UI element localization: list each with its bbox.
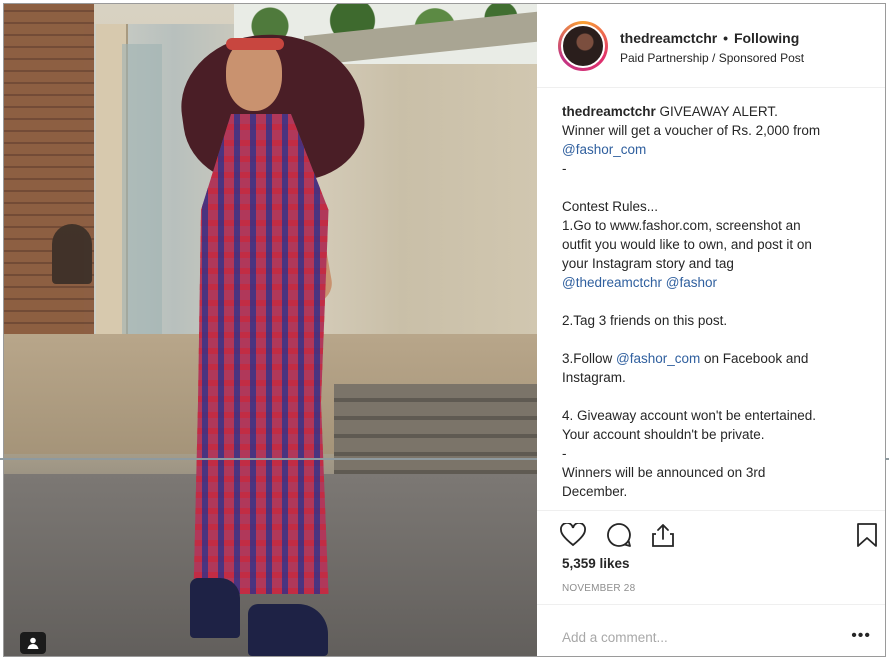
caption-line: @fashor_com (562, 140, 872, 159)
follow-status[interactable]: Following (734, 30, 799, 46)
caption-line (562, 178, 872, 197)
more-options-icon[interactable]: ••• (851, 627, 871, 645)
mention-link[interactable]: @fashor_com (616, 351, 700, 366)
post-side-panel: thedreamctchr • Following Paid Partnersh… (537, 4, 885, 656)
caption-line: Winner will get a voucher of Rs. 2,000 f… (562, 123, 821, 138)
caption-line: thedreamctchr GIVEAWAY ALERT. (562, 102, 872, 121)
caption-line: December. (562, 484, 628, 499)
caption-line: 1.Go to www.fashor.com, screenshot an (562, 218, 801, 233)
post-header: thedreamctchr • Following Paid Partnersh… (537, 4, 885, 88)
mention-link[interactable]: @fashor (666, 275, 717, 290)
header-title: thedreamctchr • Following (620, 30, 799, 46)
share-icon[interactable] (649, 521, 677, 549)
bookmark-icon[interactable] (853, 521, 881, 549)
action-bar (537, 510, 885, 554)
caption-line (562, 387, 872, 406)
like-count[interactable]: 5,359 likes (562, 556, 630, 571)
caption-line (562, 330, 872, 349)
caption-line: 3.Follow @fashor_com on Facebook and (562, 349, 872, 368)
caption-text: GIVEAWAY ALERT. (655, 104, 778, 119)
caption-text: 3.Follow (562, 351, 617, 366)
mention-link[interactable]: @thedreamctchr (562, 275, 662, 290)
caption-username[interactable]: thedreamctchr (562, 104, 656, 119)
caption-line: your Instagram story and tag (562, 256, 734, 271)
caption-line: Winners will be announced on 3rd (562, 465, 766, 480)
username-link[interactable]: thedreamctchr (620, 30, 717, 46)
caption-line: outfit you would like to own, and post i… (562, 237, 812, 252)
sponsored-label: Paid Partnership / Sponsored Post (620, 51, 805, 65)
mention-link[interactable]: @fashor_com (562, 142, 646, 157)
person-tag-icon[interactable] (20, 632, 46, 654)
caption-line: - (562, 446, 567, 461)
caption-line: Your account shouldn't be private. (562, 427, 765, 442)
caption-line: - (562, 161, 567, 176)
caption-text: on Facebook and (700, 351, 809, 366)
comment-bar: ••• (537, 604, 885, 656)
comment-input[interactable] (562, 627, 822, 647)
caption-line: 4. Giveaway account won't be entertained… (562, 408, 816, 423)
caption-line: Instagram. (562, 370, 626, 385)
post-date: NOVEMBER 28 (562, 583, 636, 594)
post-photo[interactable] (4, 4, 537, 656)
caption-line (562, 292, 872, 311)
separator-dot: • (723, 30, 729, 46)
caption-line: @thedreamctchr @fashor (562, 273, 872, 292)
caption-line: 2.Tag 3 friends on this post. (562, 313, 728, 328)
caption-line: Contest Rules... (562, 199, 659, 214)
avatar[interactable] (558, 21, 608, 71)
photo-person (4, 4, 537, 656)
comment-icon[interactable] (605, 521, 633, 549)
post-caption: thedreamctchr GIVEAWAY ALERT. Winner wil… (562, 102, 872, 512)
heart-icon[interactable] (559, 521, 587, 549)
